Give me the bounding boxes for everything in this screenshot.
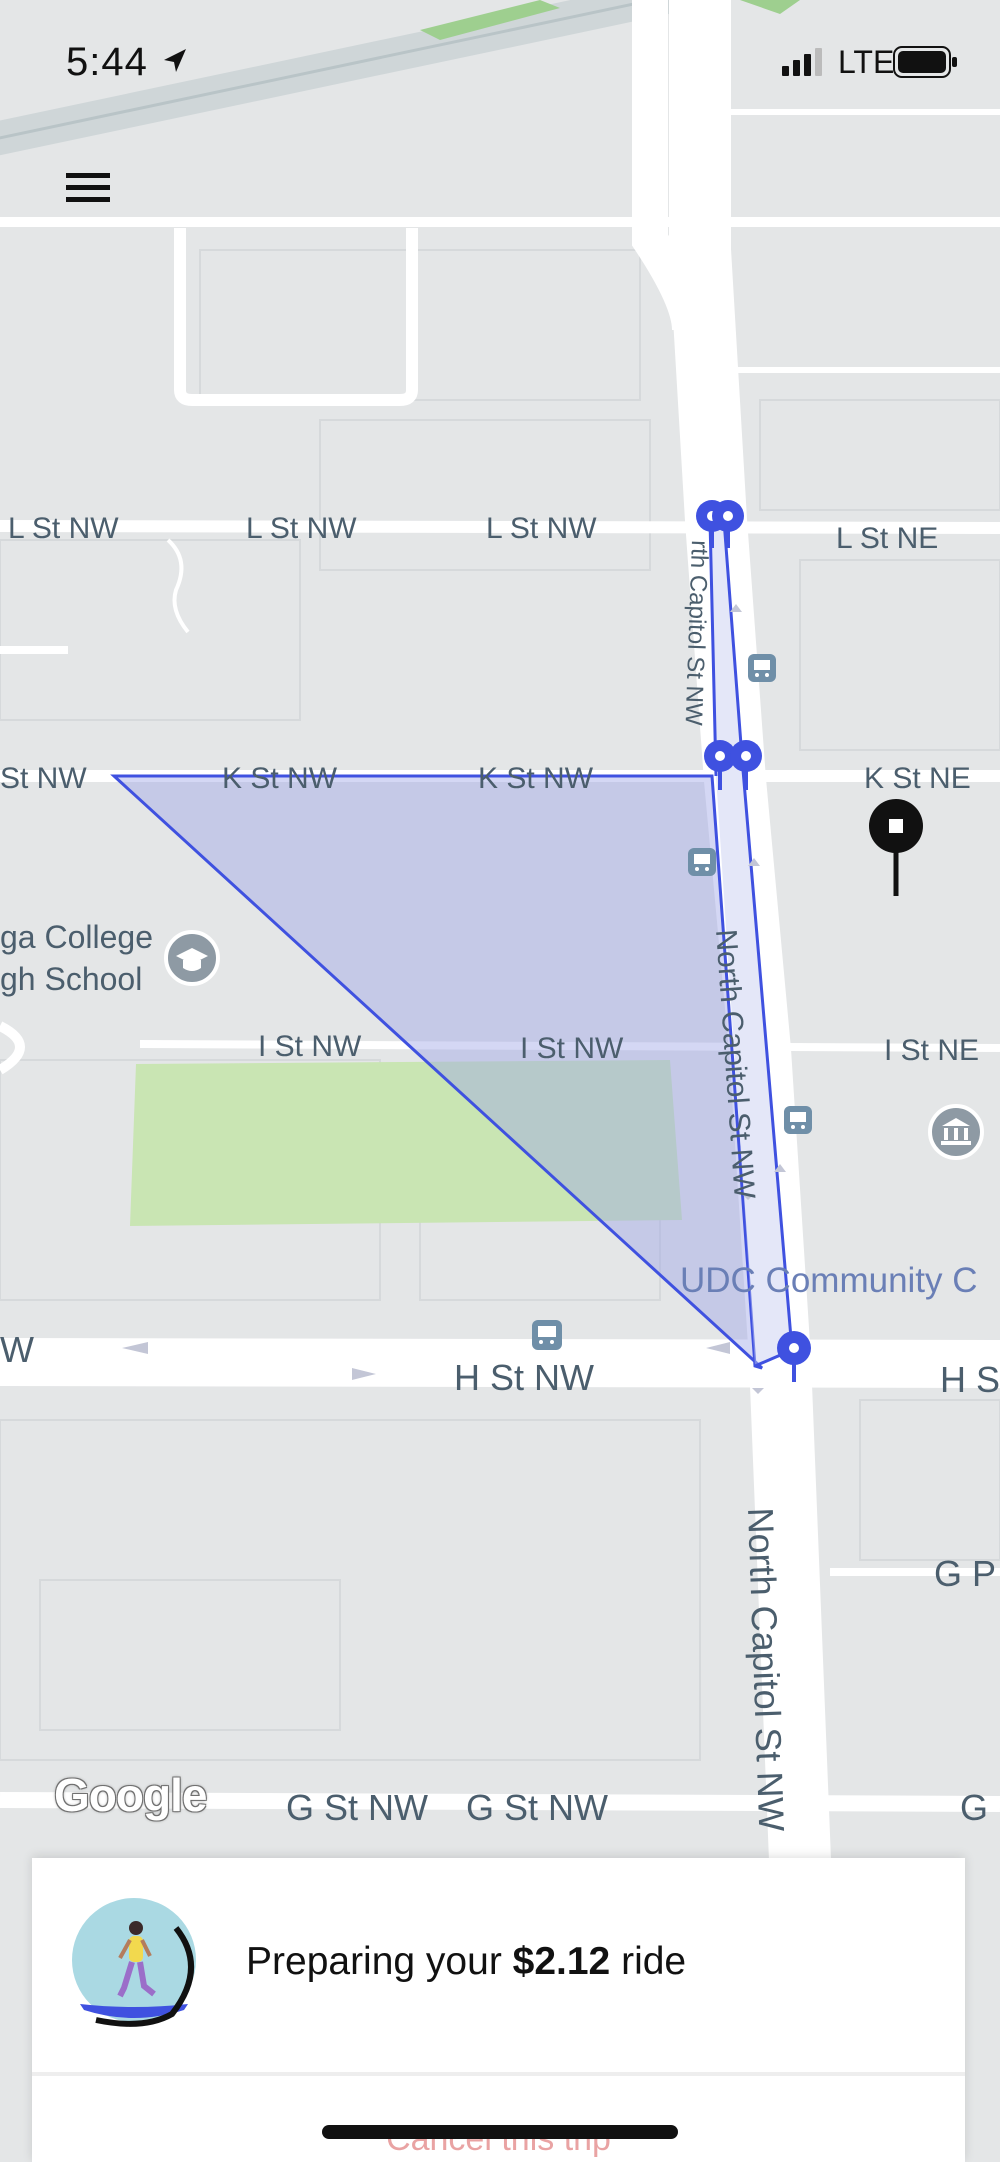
place-label-school-2: gh School	[0, 961, 142, 997]
street-label-g-pl: G P	[934, 1553, 996, 1594]
street-label-g-st-nw-1: G St NW	[286, 1787, 428, 1828]
street-label-g-right: G	[960, 1787, 988, 1828]
location-arrow-icon	[164, 49, 186, 72]
network-label: LTE	[838, 44, 895, 80]
signal-icon	[782, 48, 822, 76]
street-label-g-st-nw-2: G St NW	[466, 1787, 608, 1828]
street-label-i-st-nw-1: I St NW	[258, 1030, 362, 1063]
map[interactable]: L St NW L St NW L St NW L St NE St NW K …	[0, 0, 1000, 2162]
trip-price: $2.12	[512, 1940, 611, 1983]
street-label-h-st-nw-left: W	[0, 1329, 34, 1370]
street-label-i-st-ne: I St NE	[884, 1034, 979, 1067]
street-label-k-st-ne: K St NE	[864, 762, 971, 795]
place-label-udc: UDC Community C	[680, 1261, 978, 1300]
sheet-divider	[32, 2072, 965, 2076]
street-label-l-st-nw-3: L St NW	[486, 512, 597, 545]
battery-icon	[893, 46, 957, 78]
street-label-l-st-ne: L St NE	[836, 522, 938, 555]
school-icon	[164, 930, 220, 986]
walking-person-avatar-icon	[72, 1898, 196, 2027]
trip-status-prefix: Preparing your	[246, 1940, 513, 1983]
street-label-l-st-nw-2: L St NW	[246, 512, 357, 545]
home-indicator[interactable]	[322, 2125, 678, 2139]
trip-status-text: Preparing your $2.12 ride	[246, 1940, 686, 1984]
hamburger-icon	[66, 173, 110, 202]
status-time: 5:44	[66, 40, 148, 84]
street-label-h-st-nw: H St NW	[454, 1357, 594, 1398]
street-label-h-st-right: H S	[940, 1359, 1000, 1400]
google-logo: Google	[54, 1769, 207, 1821]
street-label-l-st-nw-1: L St NW	[8, 512, 119, 545]
place-label-school-1: ga College	[0, 919, 153, 955]
street-label-k-st-nw-2: K St NW	[222, 762, 338, 795]
menu-button[interactable]	[56, 160, 120, 216]
street-label-i-st-nw-2: I St NW	[520, 1032, 624, 1065]
status-bar: 5:44 LTE	[0, 0, 1000, 120]
trip-status-suffix: ride	[610, 1940, 687, 1983]
museum-icon	[928, 1104, 984, 1160]
trip-sheet: Preparing your $2.12 ride Cancel this tr…	[32, 1858, 965, 2162]
street-label-k-st-nw-3: K St NW	[478, 762, 594, 795]
street-label-k-st-nw-1: St NW	[0, 762, 87, 795]
